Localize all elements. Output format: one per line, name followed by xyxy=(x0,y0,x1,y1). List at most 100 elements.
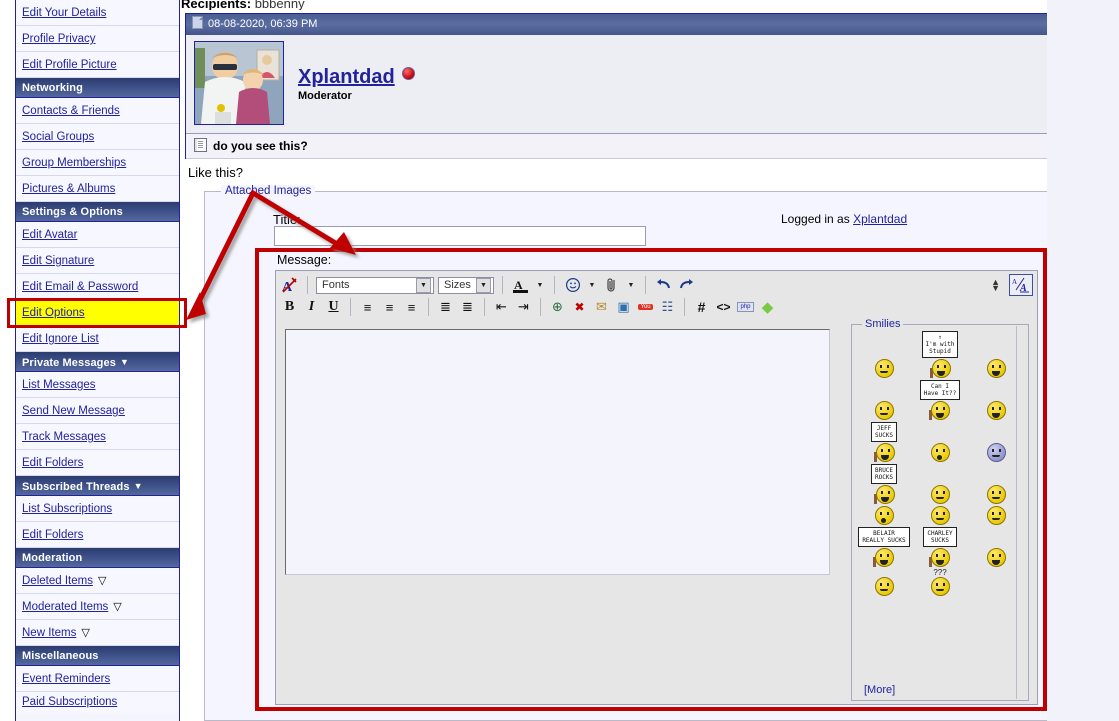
align-right-button[interactable]: ≡ xyxy=(402,298,421,317)
sidebar-item-event-reminders[interactable]: Event Reminders xyxy=(16,666,179,692)
smilie-grin[interactable] xyxy=(970,401,1022,420)
outdent-button[interactable]: ⇤ xyxy=(492,298,511,317)
remove-format-icon[interactable]: A xyxy=(280,276,299,295)
smilie-bored[interactable] xyxy=(970,443,1022,462)
sidebar-item-group-memberships[interactable]: Group Memberships xyxy=(16,150,179,176)
smilie-shocked[interactable] xyxy=(914,443,966,462)
smilie-confused[interactable] xyxy=(858,359,910,378)
sidebar-item-edit-folders-pm[interactable]: Edit Folders xyxy=(16,450,179,476)
sidebar-item-edit-email-password[interactable]: Edit Email & Password xyxy=(16,274,179,300)
sidebar-item-new-items[interactable]: New Items ▽ xyxy=(16,620,179,646)
sidebar-item-edit-options[interactable]: Edit Options xyxy=(16,300,179,326)
smilie-confused-question[interactable]: ??? xyxy=(914,569,966,596)
sidebar-item-deleted-items[interactable]: Deleted Items ▽ xyxy=(16,568,179,594)
smilie-hug[interactable] xyxy=(914,485,966,504)
underline-button[interactable]: U xyxy=(324,298,343,317)
smilie-bruce-rocks[interactable]: BRUCE ROCKS xyxy=(858,464,910,504)
insert-link-button[interactable]: ⊕ xyxy=(548,298,567,317)
logged-in-username-link[interactable]: Xplantdad xyxy=(853,212,907,226)
smilie-surprised[interactable] xyxy=(858,506,910,525)
sidebar-item-pictures-albums[interactable]: Pictures & Albums xyxy=(16,176,179,202)
sidebar-item-label[interactable]: List Messages xyxy=(22,379,96,391)
smilie-frown[interactable] xyxy=(970,506,1022,525)
align-center-button[interactable]: ≡ xyxy=(380,298,399,317)
sidebar-item-label[interactable]: Edit Options xyxy=(22,307,85,319)
code-button[interactable]: <> xyxy=(714,298,733,317)
video-button[interactable]: ◆ xyxy=(758,298,777,317)
smilie-teeth[interactable] xyxy=(970,548,1022,567)
font-color-icon[interactable]: A xyxy=(511,276,530,295)
sidebar-item-label[interactable]: Edit Ignore List xyxy=(22,333,99,345)
insert-image-button[interactable]: ▣ xyxy=(614,298,633,317)
sidebar-item-label[interactable]: Track Messages xyxy=(22,431,106,443)
sidebar-item-label[interactable]: Pictures & Albums xyxy=(22,183,115,195)
smilies-scrollbar[interactable] xyxy=(1016,326,1027,699)
youtube-button[interactable]: You xyxy=(636,298,655,317)
ordered-list-button[interactable]: ≣ xyxy=(436,298,455,317)
sidebar-item-contacts-friends[interactable]: Contacts & Friends xyxy=(16,98,179,124)
sidebar-item-label[interactable]: Edit Avatar xyxy=(22,229,77,241)
sidebar-item-edit-your-details[interactable]: Edit Your Details xyxy=(16,0,179,26)
sidebar-header-subscribed-threads[interactable]: Subscribed Threads ▼ xyxy=(16,476,179,496)
sidebar-item-list-messages[interactable]: List Messages xyxy=(16,372,179,398)
smilie-thumbsup[interactable] xyxy=(914,506,966,525)
sidebar-header-private-messages[interactable]: Private Messages ▼ xyxy=(16,352,179,372)
hash-button[interactable]: # xyxy=(692,298,711,317)
title-input[interactable] xyxy=(274,226,646,246)
font-family-select[interactable]: Fonts ▼ xyxy=(316,276,434,294)
insert-email-button[interactable]: ✉ xyxy=(592,298,611,317)
smilie-icon[interactable] xyxy=(563,276,582,295)
sidebar-item-label[interactable]: Social Groups xyxy=(22,131,94,143)
sidebar-item-edit-folders-subs[interactable]: Edit Folders xyxy=(16,522,179,548)
smilie-wink[interactable] xyxy=(858,577,910,596)
align-left-button[interactable]: ≡ xyxy=(358,298,377,317)
sidebar-item-edit-ignore-list[interactable]: Edit Ignore List xyxy=(16,326,179,352)
sidebar-item-profile-privacy[interactable]: Profile Privacy xyxy=(16,26,179,52)
sidebar-item-label[interactable]: Edit Folders xyxy=(22,457,83,469)
sidebar-item-label[interactable]: Paid Subscriptions xyxy=(22,696,117,708)
sidebar-item-label[interactable]: Contacts & Friends xyxy=(22,105,120,117)
italic-button[interactable]: I xyxy=(302,298,321,317)
font-size-select[interactable]: Sizes ▼ xyxy=(438,276,494,294)
php-button[interactable]: php xyxy=(736,298,755,317)
smilie-charley-sucks[interactable]: CHARLEY SUCKS xyxy=(914,527,966,567)
smilies-more-label[interactable]: [More] xyxy=(864,684,895,696)
undo-icon[interactable] xyxy=(654,276,673,295)
toggle-editor-mode-icon[interactable]: AA xyxy=(1009,274,1033,296)
smilie-cool[interactable] xyxy=(970,359,1022,378)
unordered-list-button[interactable]: ≣ xyxy=(458,298,477,317)
sidebar-item-label[interactable]: Send New Message xyxy=(22,405,125,417)
sidebar-item-social-groups[interactable]: Social Groups xyxy=(16,124,179,150)
sidebar-item-track-messages[interactable]: Track Messages xyxy=(16,424,179,450)
bold-button[interactable]: B xyxy=(280,298,299,317)
sidebar-item-list-subscriptions[interactable]: List Subscriptions xyxy=(16,496,179,522)
sidebar-item-label[interactable]: New Items xyxy=(22,627,76,639)
smilie-im-with-stupid[interactable]: ↑ I'm with Stupid xyxy=(914,331,966,378)
sidebar-item-edit-avatar[interactable]: Edit Avatar xyxy=(16,222,179,248)
sidebar-item-label[interactable]: Edit Signature xyxy=(22,255,94,267)
sidebar-item-label[interactable]: Deleted Items xyxy=(22,575,93,587)
indent-button[interactable]: ⇥ xyxy=(514,298,533,317)
sidebar-item-label[interactable]: Moderated Items xyxy=(22,601,108,613)
smilie-jeff-sucks[interactable]: JEFF SUCKS xyxy=(858,422,910,462)
smilie-can-i-have-it[interactable]: Can I Have It?? xyxy=(914,380,966,420)
smilies-more-link[interactable]: [More] xyxy=(864,684,895,696)
sidebar-item-label[interactable]: Edit Folders xyxy=(22,529,83,541)
sidebar-item-edit-profile-picture[interactable]: Edit Profile Picture xyxy=(16,52,179,78)
quote-button[interactable]: ☷ xyxy=(658,298,677,317)
sidebar-item-label[interactable]: Profile Privacy xyxy=(22,33,96,45)
sidebar-item-label[interactable]: List Subscriptions xyxy=(22,503,112,515)
smilie-wave[interactable] xyxy=(970,485,1022,504)
attach-dropdown-icon[interactable]: ▼ xyxy=(625,279,637,292)
smilie-dropdown-icon[interactable]: ▼ xyxy=(586,279,598,292)
font-color-dropdown-icon[interactable]: ▼ xyxy=(534,279,546,292)
redo-icon[interactable] xyxy=(677,276,696,295)
sidebar-item-label[interactable]: Edit Profile Picture xyxy=(22,59,117,71)
smilie-belair-really-sucks[interactable]: BELAIR REALLY SUCKS xyxy=(858,527,910,567)
paperclip-icon[interactable] xyxy=(602,276,621,295)
smilie-bow[interactable] xyxy=(858,401,910,420)
sidebar-item-label[interactable]: Edit Email & Password xyxy=(22,281,138,293)
unlink-button[interactable]: ✖ xyxy=(570,298,589,317)
sidebar-item-edit-signature[interactable]: Edit Signature xyxy=(16,248,179,274)
sidebar-item-paid-subscriptions[interactable]: Paid Subscriptions xyxy=(16,692,179,713)
